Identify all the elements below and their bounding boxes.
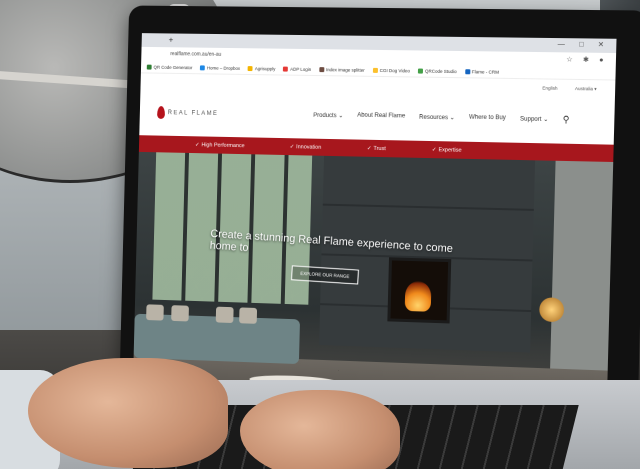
country-selector[interactable]: Australia ▾ xyxy=(575,86,597,92)
bookmark-icon xyxy=(147,64,152,69)
nav-resources[interactable]: Resources ⌄ xyxy=(419,114,455,124)
bookmark-item[interactable]: ADP Login xyxy=(283,66,311,71)
window-controls[interactable]: — □ ✕ xyxy=(558,40,611,49)
bookmark-item[interactable]: Flame - CRM xyxy=(465,69,499,75)
chevron-down-icon: ⌄ xyxy=(338,113,343,119)
bookmark-label: CGI Dog Video xyxy=(380,67,410,72)
nav-label: Resources xyxy=(419,115,448,122)
flame-icon xyxy=(157,106,165,119)
fire-flames xyxy=(405,281,432,312)
cushion xyxy=(239,307,257,323)
nav-label: Products xyxy=(313,113,337,119)
value-label: Innovation xyxy=(296,144,321,150)
main-nav: Products ⌄ About Real Flame Resources ⌄ … xyxy=(313,112,569,126)
bookmark-label: Index image splitter xyxy=(326,67,365,73)
logo-text: REAL FLAME xyxy=(168,110,219,117)
bookmark-label: QRCode Studio xyxy=(425,68,457,73)
address-bar[interactable]: realflame.com.au/en-au xyxy=(170,51,221,58)
cushion xyxy=(146,304,164,320)
check-icon: ✓ xyxy=(290,144,295,150)
bookmark-item[interactable]: QRCode Studio xyxy=(418,68,457,74)
bookmark-item[interactable]: CGI Dog Video xyxy=(373,67,410,73)
bookmark-icon xyxy=(283,66,288,71)
bookmark-label: Flame - CRM xyxy=(472,69,499,74)
chevron-down-icon: ⌄ xyxy=(543,117,548,123)
nav-where-to-buy[interactable]: Where to Buy xyxy=(469,115,506,125)
chevron-down-icon: ⌄ xyxy=(450,115,455,121)
value-item: ✓ Expertise xyxy=(432,147,462,154)
value-label: Expertise xyxy=(438,147,461,154)
cushion xyxy=(216,307,234,323)
value-item: ✓ Innovation xyxy=(290,144,322,151)
bookmark-label: QR Code Generator xyxy=(153,64,192,69)
value-label: High Performance xyxy=(201,142,244,149)
bookmark-item[interactable]: Agrisupply xyxy=(248,66,276,71)
search-icon[interactable]: ⚲ xyxy=(563,114,570,125)
right-hand xyxy=(240,390,400,469)
nav-products[interactable]: Products ⌄ xyxy=(313,112,343,122)
bookmark-label: Home – Dropbox xyxy=(207,65,240,70)
chevron-down-icon: ▾ xyxy=(594,86,596,91)
hero-sofa xyxy=(134,314,300,364)
extension-icons[interactable]: ☆ ✱ ● xyxy=(566,55,608,64)
check-icon: ✓ xyxy=(432,147,437,153)
bookmark-icon xyxy=(373,67,378,72)
new-tab-button[interactable]: + xyxy=(169,35,174,44)
value-label: Trust xyxy=(373,145,385,151)
bookmark-icon xyxy=(248,66,253,71)
nav-about[interactable]: About Real Flame xyxy=(357,113,405,123)
bookmark-icon xyxy=(418,68,423,73)
check-icon: ✓ xyxy=(195,142,200,148)
bookmark-item[interactable]: QR Code Generator xyxy=(147,64,193,70)
hero-fireplace xyxy=(387,257,451,323)
country-label: Australia xyxy=(575,86,593,91)
bookmark-item[interactable]: Index image splitter xyxy=(319,67,365,73)
check-icon: ✓ xyxy=(367,145,372,151)
bookmark-label: ADP Login xyxy=(290,66,311,71)
bookmark-icon xyxy=(319,67,324,72)
laptop-screen: + — □ ✕ realflame.com.au/en-au ☆ ✱ ● QR … xyxy=(132,33,616,425)
bookmark-icon xyxy=(200,65,205,70)
photo-scene: + — □ ✕ realflame.com.au/en-au ☆ ✱ ● QR … xyxy=(0,0,640,469)
nav-label: Support xyxy=(520,117,542,123)
bookmark-item[interactable]: Home – Dropbox xyxy=(200,65,240,71)
value-item: ✓ Trust xyxy=(367,145,386,151)
cushion xyxy=(171,305,189,321)
real-flame-logo[interactable]: REAL FLAME xyxy=(157,106,218,120)
language-selector[interactable]: English xyxy=(542,86,557,91)
bookmark-label: Agrisupply xyxy=(255,66,276,71)
bookmark-icon xyxy=(465,69,470,74)
value-item: ✓ High Performance xyxy=(195,142,245,149)
nav-support[interactable]: Support ⌄ xyxy=(520,116,549,126)
